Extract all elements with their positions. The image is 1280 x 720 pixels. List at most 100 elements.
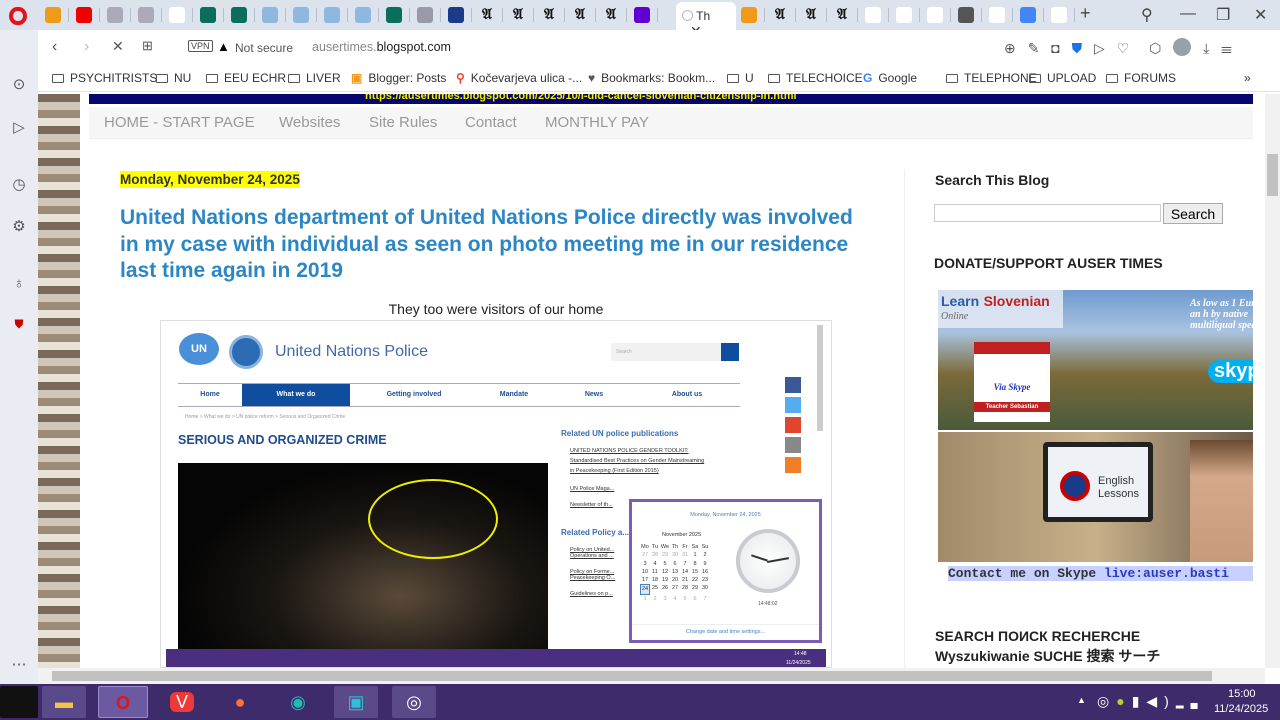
bookmark-item[interactable]: FORUMS [1106,71,1176,85]
calendar-day[interactable]: 8 [690,560,700,568]
tab-yahoo-icon[interactable] [634,7,650,23]
post-title[interactable]: United Nations department of United Nati… [120,205,870,285]
bookmark-item[interactable]: ♥ Bookmarks: Bookm... [588,71,715,85]
bookmarks-overflow-icon[interactable]: » [1244,71,1251,85]
security-label[interactable]: Not secure [235,41,293,55]
calendar-day[interactable]: 3 [640,560,650,568]
calendar-day[interactable]: 14 [680,568,690,576]
stop-button[interactable]: ✕ [112,38,124,55]
tray-overflow-icon[interactable]: ▲ [1077,695,1086,705]
tab-dots-icon[interactable] [1051,7,1067,23]
calendar-day[interactable]: 27 [670,584,680,594]
tabs-grid-icon[interactable]: ⊞ [142,38,153,54]
calendar-day[interactable]: 24 [640,584,650,595]
ublock-icon[interactable]: ⛊ [10,317,28,335]
edit-icon[interactable]: ✎ [1028,40,1040,56]
calendar-day[interactable]: 26 [660,584,670,594]
menu-home[interactable]: HOME - START PAGE [104,114,255,131]
url-field[interactable]: ausertimes.blogspot.com [312,40,451,54]
menu-contact[interactable]: Contact [465,114,517,131]
bookmark-item[interactable]: PSYCHITRISTS [52,71,157,85]
taskbar-date[interactable]: 11/24/2025 [1214,703,1268,715]
calendar-day[interactable]: 15 [690,568,700,576]
calendar-day[interactable]: 31 [680,551,690,559]
zoom-icon[interactable]: ⊕ [1004,40,1016,56]
calendar-day[interactable]: 19 [660,576,670,584]
calendar-day[interactable]: 21 [680,576,690,584]
forward-button[interactable]: › [84,38,89,56]
tab-A-icon[interactable]: 𝔄 [834,7,850,23]
calendar-day[interactable]: 27 [640,551,650,559]
tab-globe-icon[interactable] [958,7,974,23]
calendar-day[interactable]: 13 [670,568,680,576]
embedded-nav-item[interactable]: About us [634,384,740,406]
opera-taskbar-icon[interactable]: O [98,686,148,718]
related-item[interactable]: UN Police Maga... [570,486,730,492]
tab-gmail-icon[interactable] [989,7,1005,23]
player-icon[interactable]: ⊙ [10,75,28,93]
tab-eu-icon[interactable] [448,7,464,23]
more-icon[interactable]: ⋯ [10,655,28,673]
calendar-day[interactable]: 4 [670,595,680,603]
tab-gmail-icon[interactable] [865,7,881,23]
bookmark-item[interactable]: G Google [863,71,917,85]
warning-icon[interactable]: ▲ [217,39,230,54]
calendar-day[interactable]: 23 [700,576,710,584]
blog-search-button[interactable]: Search [1163,203,1223,224]
ad-contact[interactable]: Contact me on Skype live:auser.basti [948,566,1253,581]
profile-avatar[interactable] [1173,38,1192,56]
menu-websites[interactable]: Websites [279,114,340,131]
edge-icon[interactable]: ◉ [276,686,320,718]
heart-icon[interactable]: ♡ [1117,40,1130,56]
tab-A-icon[interactable]: 𝔄 [479,7,495,23]
maximize-button[interactable]: ❐ [1216,5,1230,25]
flickr-icon[interactable] [785,437,801,453]
learn-slovenian-ad[interactable]: Learn Slovenian Online Via Skype Teacher … [938,290,1253,590]
tab-un-flag-icon[interactable] [262,7,278,23]
rss-icon[interactable] [785,457,801,473]
tab-home-icon[interactable] [417,7,433,23]
calendar-day[interactable]: 28 [650,551,660,559]
history-icon[interactable]: ◷ [10,175,28,193]
shield-icon[interactable]: ⛊ [1072,40,1083,56]
send-icon[interactable]: ▷ [10,118,28,136]
active-tab[interactable]: Th ✕ [676,2,736,39]
tab-tab-icon[interactable] [138,7,154,23]
policy-item[interactable]: Policy on United... Operations and ... [570,547,625,559]
policy-item[interactable]: Policy on Forme... Peacekeeping O... [570,569,625,581]
calendar-day[interactable]: 4 [650,560,660,568]
calendar-day[interactable]: 12 [660,568,670,576]
bookmark-item[interactable]: NU [156,71,191,85]
tab-A-icon[interactable]: 𝔄 [541,7,557,23]
cube-icon[interactable]: ⬡ [1149,40,1161,56]
tab-A-icon[interactable]: 𝔄 [803,7,819,23]
close-window-button[interactable]: ✕ [1254,5,1267,25]
calendar-day[interactable]: 17 [640,576,650,584]
tab-blogger-icon[interactable] [741,7,757,23]
header-url-banner[interactable]: https://ausertimes.blogspot.com/2025/10/… [89,94,1253,104]
embedded-nav-item[interactable]: Home [178,384,242,406]
tab-blogger-icon[interactable] [45,7,61,23]
tab-youtube-icon[interactable] [76,7,92,23]
tab-A-icon[interactable]: 𝔄 [572,7,588,23]
calendar-day[interactable]: 22 [690,576,700,584]
calendar-day[interactable]: 2 [650,595,660,603]
easy-setup-icon[interactable]: ☰ [1221,40,1232,56]
embedded-nav-item[interactable]: What we do [242,384,350,406]
tab-A-icon[interactable]: 𝔄 [603,7,619,23]
taskbar-time[interactable]: 15:00 [1228,688,1256,700]
embedded-screenshot[interactable]: UN United Nations Police Search Home What… [160,320,832,668]
bookmark-item[interactable]: ▣ Blogger: Posts [351,71,446,85]
related-item[interactable]: UNITED NATIONS POLICE GENDER TOOLKIT: St… [570,446,710,476]
bookmark-item[interactable]: U [727,71,754,85]
embedded-nav-item[interactable]: Getting involved [354,384,474,406]
calendar-day[interactable]: 29 [690,584,700,594]
bookmark-item[interactable]: EEU ECHR [206,71,286,85]
bookmark-item[interactable]: LIVER [288,71,341,85]
tab-un-flag-icon[interactable] [293,7,309,23]
tab-google-icon[interactable] [896,7,912,23]
calendar-day[interactable]: 29 [660,551,670,559]
menu-site-rules[interactable]: Site Rules [369,114,437,131]
facebook-icon[interactable] [785,377,801,393]
calendar-day[interactable]: 18 [650,576,660,584]
